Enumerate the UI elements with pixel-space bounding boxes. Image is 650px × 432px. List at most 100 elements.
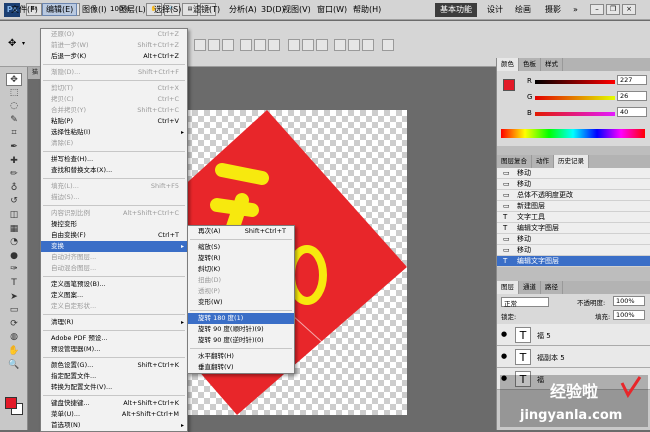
menu-item[interactable]: 选择性粘贴(I) ▸ [41,127,187,138]
menu-item[interactable]: 旋转 90 度(顺时针)(9) [188,324,294,335]
dodge-tool-icon[interactable]: ● [6,250,22,263]
menu-8[interactable]: 视图(V) [280,4,314,17]
history-item[interactable]: ▭ 移动 [497,234,650,245]
marquee-tool-icon[interactable]: ⬚ [6,87,22,100]
menu-item[interactable]: 自由变换(F) Ctrl+T [41,230,187,241]
tab-swatches[interactable]: 色板 [519,58,541,71]
hand-tool-icon[interactable]: ✋ [6,345,22,358]
3d-rotate-tool-icon[interactable]: ⟳ [6,318,22,331]
history-brush-tool-icon[interactable]: ↺ [6,195,22,208]
tab-styles[interactable]: 样式 [541,58,563,71]
tab-layer-comps[interactable]: 图层复合 [497,155,532,168]
history-item[interactable]: T 文字工具 [497,212,650,223]
history-item[interactable]: ▭ 移动 [497,245,650,256]
menu-item[interactable]: Adobe PDF 预设... [41,333,187,344]
blue-value[interactable]: 40 [617,107,647,117]
menu-item[interactable]: 后退一步(K) Alt+Ctrl+Z [41,51,187,62]
tab-channels[interactable]: 通道 [519,281,541,294]
minimize-icon[interactable]: – [590,4,604,15]
history-item[interactable]: ▭ 移动 [497,179,650,190]
history-item[interactable]: ▭ 总体不透明度更改 [497,190,650,201]
menu-item[interactable]: 定义图案... [41,290,187,301]
menu-1[interactable]: 编辑(E) [42,3,78,16]
restore-icon[interactable]: ❐ [606,4,620,15]
color-spectrum[interactable] [501,129,645,138]
green-value[interactable]: 26 [617,91,647,101]
foreground-swatch[interactable] [503,79,515,91]
eye-icon[interactable]: ● [501,352,507,360]
distribute-hcenter-icon[interactable] [348,39,360,51]
menu-item[interactable]: 变形(W) [188,297,294,308]
foreground-color-swatch[interactable] [5,397,17,409]
menu-5[interactable]: 滤镜(T) [190,4,223,17]
menu-item[interactable]: 斜切(K) [188,264,294,275]
menu-item[interactable]: 旋转 180 度(1) [188,313,294,324]
align-hcenter-icon[interactable] [254,39,266,51]
menu-item[interactable]: 变换 ▸ [41,241,187,252]
layer-row[interactable]: ● T 福 5 [497,324,650,346]
history-item[interactable]: T 编辑文字图层 [497,256,650,267]
workspace-design[interactable]: 设计 [482,3,508,17]
type-tool-icon[interactable]: T [6,277,22,290]
eraser-tool-icon[interactable]: ◫ [6,209,22,222]
menu-item[interactable]: 菜单(U)... Alt+Shift+Ctrl+M [41,409,187,420]
workspace-photography[interactable]: 摄影 [540,3,566,17]
close-icon[interactable]: × [622,4,636,15]
menu-item[interactable]: 转换为配置文件(V)... [41,382,187,393]
menu-9[interactable]: 窗口(W) [314,4,350,17]
chevron-down-icon[interactable]: ▾ [22,40,25,47]
workspace-essentials[interactable]: 基本功能 [435,3,477,17]
tab-history[interactable]: 历史记录 [554,155,589,168]
menu-item[interactable]: 拼写检查(H)... [41,154,187,165]
tab-layers[interactable]: 图层 [497,281,519,294]
workspace-painting[interactable]: 绘画 [510,3,536,17]
menu-item[interactable]: 颜色设置(G)... Shift+Ctrl+K [41,360,187,371]
align-right-icon[interactable] [268,39,280,51]
tab-color[interactable]: 颜色 [497,58,519,71]
pen-tool-icon[interactable]: ✑ [6,263,22,276]
menu-item[interactable]: 垂直翻转(V) [188,362,294,373]
stamp-tool-icon[interactable]: ♁ [6,182,22,195]
menu-item[interactable]: 操控变形 [41,219,187,230]
menu-item[interactable]: 指定配置文件... [41,371,187,382]
distribute-vcenter-icon[interactable] [302,39,314,51]
lasso-tool-icon[interactable]: ◌ [6,100,22,113]
path-select-tool-icon[interactable]: ➤ [6,291,22,304]
menu-10[interactable]: 帮助(H) [350,4,384,17]
align-top-icon[interactable] [194,39,206,51]
eye-icon[interactable]: ● [501,330,507,338]
history-item[interactable]: ▭ 新建图层 [497,201,650,212]
move-tool-icon[interactable]: ✥ [8,38,16,49]
menu-item[interactable]: 粘贴(P) Ctrl+V [41,116,187,127]
distribute-top-icon[interactable] [288,39,300,51]
tab-paths[interactable]: 路径 [541,281,563,294]
opacity-field[interactable]: 100% [613,296,645,306]
quick-select-tool-icon[interactable]: ✎ [6,114,22,127]
workspace-more[interactable]: » [568,3,583,17]
crop-tool-icon[interactable]: ⌗ [6,127,22,140]
gradient-tool-icon[interactable]: ▦ [6,223,22,236]
3d-orbit-tool-icon[interactable]: ◍ [6,331,22,344]
brush-tool-icon[interactable]: ✏ [6,168,22,181]
history-item[interactable]: ▭ 移动 [497,168,650,179]
blue-slider[interactable] [535,112,615,116]
red-value[interactable]: 227 [617,75,647,85]
healing-tool-icon[interactable]: ✚ [6,155,22,168]
menu-4[interactable]: 选择(S) [151,4,184,17]
eyedropper-tool-icon[interactable]: ✒ [6,141,22,154]
distribute-bottom-icon[interactable] [316,39,328,51]
menu-item[interactable]: 首选项(N) ▸ [41,420,187,431]
move-tool-icon[interactable]: ✥ [6,73,22,86]
tab-actions[interactable]: 动作 [532,155,554,168]
red-slider[interactable] [535,80,615,84]
menu-item[interactable]: 查找和替换文本(X)... [41,165,187,176]
align-left-icon[interactable] [240,39,252,51]
menu-item[interactable]: 旋转(R) [188,253,294,264]
zoom-tool-icon[interactable]: 🔍 [6,359,22,372]
blur-tool-icon[interactable]: ◔ [6,236,22,249]
shape-tool-icon[interactable]: ▭ [6,304,22,317]
menu-item[interactable]: 定义画笔预设(B)... [41,279,187,290]
align-bottom-icon[interactable] [222,39,234,51]
distribute-left-icon[interactable] [334,39,346,51]
menu-item[interactable]: 缩放(S) [188,242,294,253]
